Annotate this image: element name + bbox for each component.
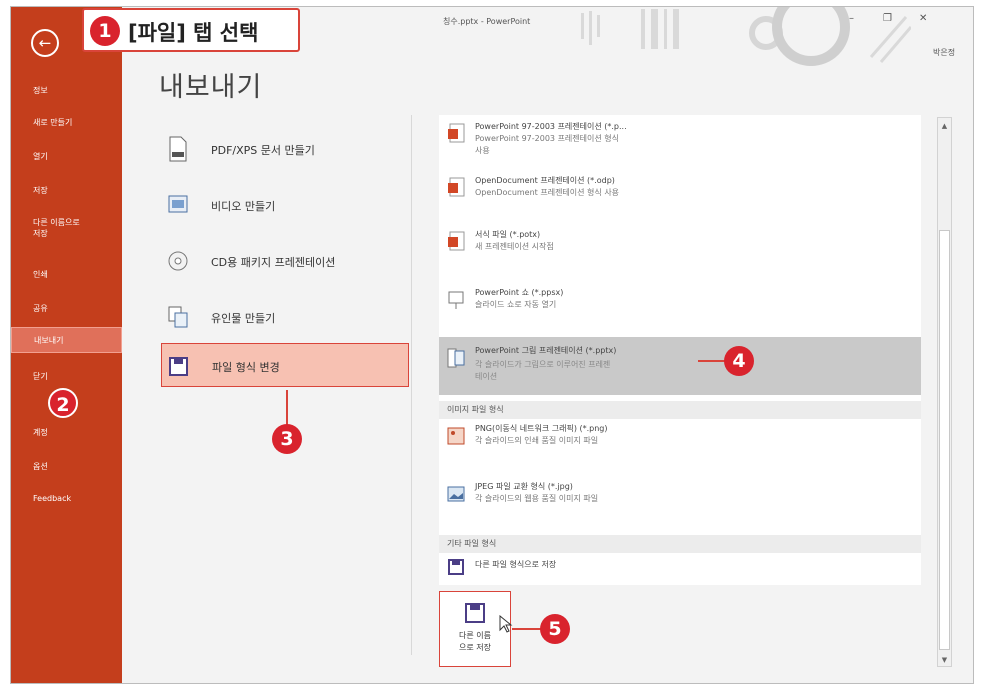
sidebar-item-open[interactable]: 열기 — [11, 151, 122, 162]
window-title: 칭수.pptx - PowerPoint — [443, 17, 531, 26]
file-type-title: PowerPoint 그림 프레젠테이션 (*.pptx) — [475, 346, 617, 355]
sidebar-item-close[interactable]: 닫기 — [11, 371, 122, 382]
file-type-desc: 테이션 — [475, 372, 498, 381]
sidebar-item-save-as[interactable]: 다른 이름으로 저장 — [11, 217, 122, 239]
file-type-title: PowerPoint 97-2003 프레젠테이션 (*.p... — [475, 122, 627, 131]
file-type-slideshow[interactable]: PowerPoint 쇼 (*.ppsx) 슬라이드 쇼로 자동 열기 — [439, 285, 921, 325]
vertical-scrollbar[interactable]: ▲ ▼ — [937, 117, 952, 667]
export-option-label: 유인물 만들기 — [211, 312, 276, 325]
mouse-cursor-icon — [499, 615, 513, 633]
step-badge-3: 3 — [272, 424, 302, 454]
file-type-title: 서식 파일 (*.potx) — [475, 230, 541, 239]
jpeg-icon — [447, 486, 465, 502]
sidebar-item-account[interactable]: 계정 — [11, 427, 122, 438]
sidebar-item-feedback[interactable]: Feedback — [11, 493, 122, 504]
sidebar-item-save[interactable]: 저장 — [11, 185, 122, 196]
save-as-icon — [448, 559, 464, 575]
sidebar-item-new[interactable]: 새로 만들기 — [11, 117, 122, 128]
cd-icon — [168, 251, 188, 271]
restore-icon[interactable]: ❐ — [883, 13, 892, 24]
export-option-change-file-type[interactable]: 파일 형식 변경 — [161, 343, 409, 387]
export-option-video[interactable]: 비디오 만들기 — [161, 183, 409, 227]
callout-step-1: 1 [파일] 탭 선택 — [82, 8, 300, 52]
file-type-desc: 슬라이드 쇼로 자동 열기 — [475, 300, 557, 309]
file-type-desc: OpenDocument 프레젠테이션 형식 사용 — [475, 188, 620, 197]
handout-icon — [168, 306, 188, 328]
section-header-other-formats: 기타 파일 형식 — [439, 535, 921, 553]
file-type-template[interactable]: 서식 파일 (*.potx) 새 프레젠테이션 시작점 — [439, 227, 921, 267]
file-type-title: PNG(이동식 네트워크 그래픽) (*.png) — [475, 424, 608, 433]
file-type-title: 다른 파일 형식으로 저장 — [475, 560, 557, 569]
file-type-desc: 새 프레젠테이션 시작점 — [475, 242, 554, 251]
step-badge-4: 4 — [724, 346, 754, 376]
png-icon — [447, 427, 465, 445]
powerpoint-backstage-window: ← 정보 새로 만들기 열기 저장 다른 이름으로 저장 인쇄 공유 내보내기 … — [10, 6, 974, 684]
step-badge-2: 2 — [48, 388, 78, 418]
file-type-jpeg[interactable]: JPEG 파일 교환 형식 (*.jpg) 각 슬라이드의 웹용 품질 이미지 … — [439, 479, 921, 519]
sidebar-item-share[interactable]: 공유 — [11, 303, 122, 314]
step-badge: 1 — [90, 16, 120, 46]
file-type-picture-presentation[interactable]: PowerPoint 그림 프레젠테이션 (*.pptx) 각 슬라이드가 그림… — [439, 337, 921, 395]
file-type-desc: 각 슬라이드의 인쇄 품질 이미지 파일 — [475, 436, 599, 445]
template-icon — [448, 231, 465, 251]
scroll-up-icon[interactable]: ▲ — [938, 122, 951, 130]
pdf-document-icon — [169, 136, 187, 162]
connector-line — [286, 390, 288, 426]
export-option-handouts[interactable]: 유인물 만들기 — [161, 295, 409, 339]
odp-icon — [448, 177, 465, 197]
export-option-label: 비디오 만들기 — [211, 200, 276, 213]
save-as-label: 다른 이름 으로 저장 — [440, 630, 510, 654]
section-header-image-formats: 이미지 파일 형식 — [439, 401, 921, 419]
sidebar-item-info[interactable]: 정보 — [11, 85, 122, 96]
file-type-desc: PowerPoint 97-2003 프레젠테이션 형식 — [475, 134, 619, 143]
file-type-ppt-legacy[interactable]: PowerPoint 97-2003 프레젠테이션 (*.p... PowerP… — [439, 119, 921, 167]
step-badge-5: 5 — [540, 614, 570, 644]
minimize-icon[interactable]: – — [849, 13, 854, 24]
sidebar-item-options[interactable]: 옵션 — [11, 461, 122, 472]
sidebar-item-print[interactable]: 인쇄 — [11, 269, 122, 280]
close-icon[interactable]: ✕ — [919, 13, 927, 24]
sidebar-item-export[interactable]: 내보내기 — [11, 327, 122, 353]
export-option-label: 파일 형식 변경 — [212, 361, 280, 374]
titlebar-decoration — [581, 7, 911, 66]
user-name[interactable]: 박은정 — [933, 47, 955, 58]
back-arrow-icon[interactable]: ← — [31, 29, 59, 57]
video-icon — [168, 195, 188, 213]
change-file-type-icon — [169, 357, 188, 376]
export-option-label: PDF/XPS 문서 만들기 — [211, 144, 315, 157]
file-type-desc: 각 슬라이드가 그림으로 이루어진 프레젠 — [475, 360, 611, 369]
export-option-pdf[interactable]: PDF/XPS 문서 만들기 — [161, 127, 409, 171]
panel-divider — [411, 115, 412, 655]
file-type-desc: 각 슬라이드의 웹용 품질 이미지 파일 — [475, 494, 599, 503]
ppt-legacy-icon — [448, 123, 465, 143]
file-type-odp[interactable]: OpenDocument 프레젠테이션 (*.odp) OpenDocument… — [439, 173, 921, 213]
connector-line — [512, 628, 542, 630]
file-type-png[interactable]: PNG(이동식 네트워크 그래픽) (*.png) 각 슬라이드의 인쇄 품질 … — [439, 421, 921, 461]
file-type-list: PowerPoint 97-2003 프레젠테이션 (*.p... PowerP… — [439, 115, 921, 585]
page-title: 내보내기 — [159, 72, 263, 103]
slideshow-icon — [448, 291, 464, 309]
save-as-label-line2: 으로 저장 — [459, 643, 491, 652]
save-as-icon — [465, 603, 485, 623]
backstage-sidebar: ← 정보 새로 만들기 열기 저장 다른 이름으로 저장 인쇄 공유 내보내기 … — [11, 7, 122, 683]
file-type-title: OpenDocument 프레젠테이션 (*.odp) — [475, 176, 615, 185]
file-type-desc: 사용 — [475, 146, 490, 155]
picture-presentation-icon — [447, 348, 465, 368]
file-type-title: JPEG 파일 교환 형식 (*.jpg) — [475, 482, 573, 491]
connector-line — [698, 360, 726, 362]
scroll-thumb[interactable] — [939, 230, 950, 650]
callout-step-1-text: [파일] 탭 선택 — [128, 21, 259, 45]
file-type-title: PowerPoint 쇼 (*.ppsx) — [475, 288, 564, 297]
scroll-down-icon[interactable]: ▼ — [938, 656, 951, 664]
file-type-other[interactable]: 다른 파일 형식으로 저장 — [439, 555, 921, 583]
export-option-label: CD용 패키지 프레젠테이션 — [211, 256, 336, 269]
export-option-cd-package[interactable]: CD용 패키지 프레젠테이션 — [161, 239, 409, 283]
